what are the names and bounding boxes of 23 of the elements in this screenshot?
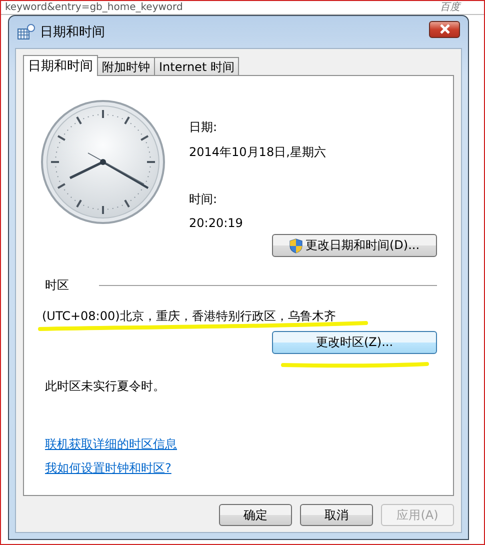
date-label: 日期: [189, 119, 218, 136]
time-label: 时间: [189, 191, 218, 208]
search-engine-label: 百度 [440, 1, 460, 14]
window-title: 日期和时间 [40, 24, 105, 41]
tab[interactable]: 附加时钟 [97, 57, 155, 75]
close-icon [438, 24, 452, 34]
address-text: keyword&entry=gb_home_keyword [5, 1, 183, 14]
dialog-button[interactable]: 确定 [219, 504, 292, 526]
timezone-value: (UTC+08:00)北京，重庆，香港特别行政区，乌鲁木齐 [42, 309, 336, 323]
close-button[interactable] [429, 20, 460, 38]
change-timezone-button[interactable]: 更改时区(Z)... [272, 331, 437, 354]
tab[interactable]: Internet 时间 [154, 57, 240, 75]
tab[interactable]: 日期和时间 [23, 55, 98, 76]
time-value: 20:20:19 [189, 216, 244, 230]
date-value: 2014年10月18日,星期六 [189, 144, 326, 161]
timezone-heading: 时区 [45, 277, 69, 294]
dst-note: 此时区未实行夏令时。 [45, 378, 166, 395]
calendar-clock-icon [17, 24, 35, 40]
help-link[interactable]: 联机获取详细的时区信息 [45, 436, 177, 453]
help-link[interactable]: 我如何设置时钟和时区? [45, 460, 172, 477]
change-date-time-button[interactable]: 更改日期和时间(D)... [272, 234, 437, 257]
dialog-button[interactable]: 取消 [300, 504, 373, 526]
shield-icon [289, 238, 304, 254]
